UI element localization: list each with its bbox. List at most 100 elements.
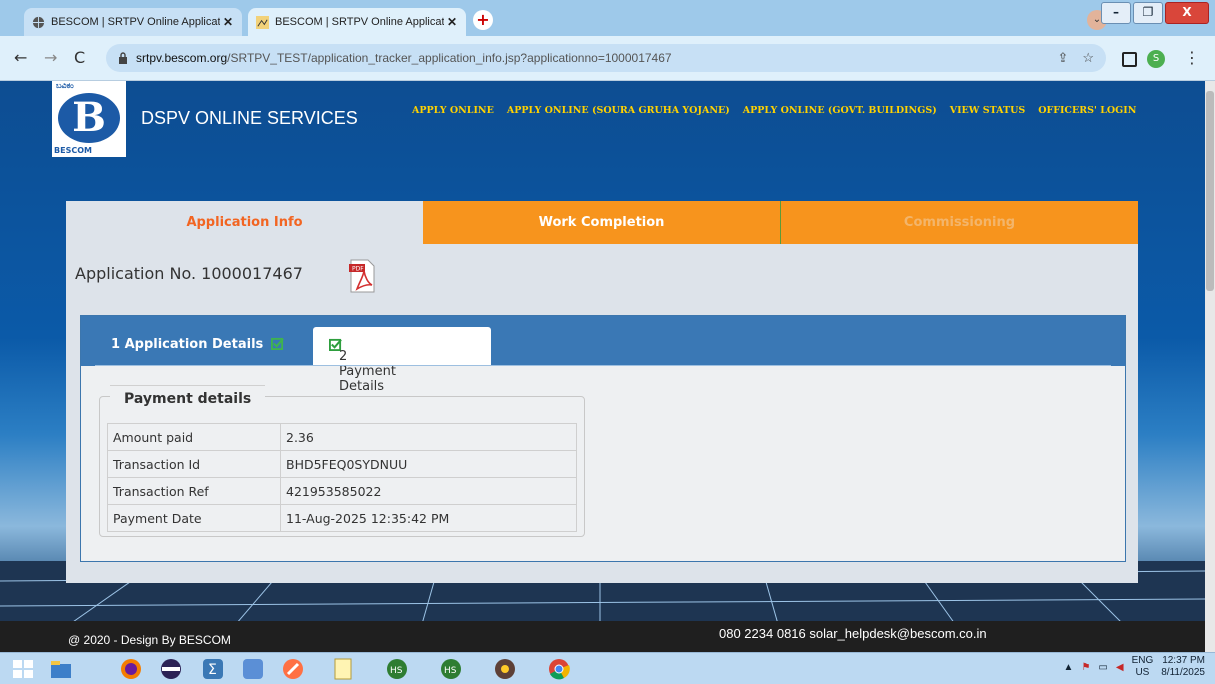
page-scrollbar[interactable] [1205,81,1215,652]
step-payment-details[interactable]: 2 Payment Details [313,327,491,394]
browser-toolbar: ← → C srtpv.bescom.org/SRTPV_TEST/applic… [0,36,1215,81]
logo-kannada-text: ಬವಿಕಂ [56,81,74,90]
nav-officers-login[interactable]: OFFICERS' LOGIN [1038,105,1136,116]
globe-icon [32,16,45,28]
nav-apply-online[interactable]: APPLY ONLINE [412,105,494,116]
table-row: Transaction Ref 421953585022 [107,477,577,505]
check-square-icon [270,337,284,350]
chrome-icon[interactable] [546,656,572,681]
tab-close-button[interactable]: ✕ [220,15,236,29]
row-value: 421953585022 [280,477,577,505]
address-bar[interactable]: srtpv.bescom.org/SRTPV_TEST/application_… [106,44,1106,72]
lang-code: ENG [1131,655,1154,666]
svg-text:Σ: Σ [208,662,217,678]
footer-contact: 080 2234 0816 solar_helpdesk@bescom.co.i… [719,626,987,641]
url-path: /SRTPV_TEST/application_tracker_applicat… [227,51,672,65]
row-value: BHD5FEQ0SYDNUU [280,450,577,478]
nav-apply-online-soura[interactable]: APPLY ONLINE (SOURA GRUHA YOJANE) [507,105,730,116]
editor-pen-icon[interactable] [280,656,306,681]
system-tray: ▲ ⚑ ▭ ◀ ENG US 12:37 PM 8/11/2025 [1064,655,1205,679]
payment-details-table: Amount paid 2.36 Transaction Id BHD5FEQ0… [107,423,577,532]
footer-copyright: @ 2020 - Design By BESCOM [68,633,231,647]
firefox-icon[interactable] [118,656,144,681]
eclipse-icon[interactable] [158,656,184,681]
brand-title[interactable]: DSPV ONLINE SERVICES [141,108,358,129]
row-value: 11-Aug-2025 12:35:42 PM [280,504,577,532]
close-window-button[interactable]: X [1165,2,1209,24]
row-key: Amount paid [107,423,281,451]
payment-details-fieldset: Payment details Amount paid 2.36 Transac… [99,385,585,537]
file-explorer-icon[interactable] [48,656,74,681]
bescom-logo[interactable]: ಬವಿಕಂ B BESCOM [52,81,126,157]
volume-icon[interactable]: ◀ [1116,662,1124,673]
bookmark-star-icon[interactable]: ☆ [1082,50,1094,66]
nav-apply-online-govt[interactable]: APPLY ONLINE (GOVT. BUILDINGS) [743,105,937,116]
tab-close-button[interactable]: ✕ [444,15,460,29]
svg-text:HS: HS [444,666,457,676]
url-domain: srtpv.bescom.org [136,51,228,65]
table-row: Transaction Id BHD5FEQ0SYDNUU [107,450,577,478]
hs-app-icon-2[interactable]: HS [438,656,464,681]
settings-gear-app-icon[interactable] [492,656,518,681]
svg-text:HS: HS [390,666,403,676]
pdf-download-icon[interactable]: PDF [348,259,376,293]
display-icon[interactable]: ▭ [1098,662,1107,673]
minimize-button[interactable]: – [1101,2,1131,24]
steps-header: 1 Application Details 2 Payment Details [81,316,1125,394]
maximize-button[interactable]: ❐ [1133,2,1163,24]
row-value: 2.36 [280,423,577,451]
header-divider [95,365,1111,366]
window-controls: – ❐ X [1101,2,1209,24]
application-panel: Application Info Work Completion Commiss… [66,201,1138,583]
nav-view-status[interactable]: VIEW STATUS [950,105,1026,116]
forward-arrow-icon[interactable]: → [44,48,57,67]
logo-bescom-text: BESCOM [54,146,92,155]
application-number: Application No. 1000017467 [75,264,303,283]
tray-up-arrow-icon[interactable]: ▲ [1064,662,1074,673]
row-key: Transaction Ref [107,477,281,505]
menu-kebab-icon[interactable]: ⋮ [1184,48,1200,67]
step-label: 1 Application Details [111,337,264,352]
hs-app-icon-1[interactable]: HS [384,656,410,681]
step-label: 2 Payment Details [339,349,396,394]
region-code: US [1135,667,1150,678]
profile-avatar[interactable]: S [1147,50,1165,68]
windows-start-icon[interactable] [10,656,36,681]
tab-commissioning[interactable]: Commissioning [781,201,1138,244]
scrollbar-thumb[interactable] [1206,91,1214,291]
step-application-details[interactable]: 1 Application Details [111,337,284,352]
visual-studio-icon[interactable] [240,656,266,681]
clock-time: 12:37 PM [1162,655,1205,666]
lock-icon [119,52,127,64]
site-favicon-icon [256,15,269,29]
browser-tab-1[interactable]: BESCOM | SRTPV Online Applicat ✕ [24,8,242,36]
tab-work-completion[interactable]: Work Completion [423,201,781,244]
details-container: 1 Application Details 2 Payment Details … [80,315,1126,562]
network-icon[interactable]: ⚑ [1081,662,1090,673]
clock-date: 8/11/2025 [1161,667,1205,678]
sigma-app-icon[interactable]: Σ [200,656,226,681]
tab-application-info[interactable]: Application Info [66,201,423,244]
row-key: Transaction Id [107,450,281,478]
pdf-label: PDF [352,266,364,273]
sidepanel-icon[interactable] [1122,52,1137,67]
windows-taskbar: Σ HS HS ▲ ⚑ ▭ ◀ ENG US 12:37 PM 8/11/202… [0,652,1215,684]
main-tabs: Application Info Work Completion Commiss… [66,201,1138,244]
page-footer: @ 2020 - Design By BESCOM 080 2234 0816 … [0,621,1205,652]
clock[interactable]: 12:37 PM 8/11/2025 [1161,655,1205,679]
language-indicator[interactable]: ENG US [1132,655,1154,679]
table-row: Amount paid 2.36 [107,423,577,451]
top-nav: APPLY ONLINE APPLY ONLINE (SOURA GRUHA Y… [412,105,1136,116]
payment-details-legend: Payment details [110,385,266,412]
browser-tabbar: BESCOM | SRTPV Online Applicat ✕ BESCOM … [0,0,1215,36]
tab-title: BESCOM | SRTPV Online Applicat [51,16,220,28]
reload-icon[interactable]: C [74,48,85,67]
share-icon[interactable]: ⇪ [1057,50,1068,66]
notepad-icon[interactable] [330,656,356,681]
browser-tab-2[interactable]: BESCOM | SRTPV Online Applicat ✕ [248,8,466,36]
new-tab-button[interactable]: + [473,10,493,30]
row-key: Payment Date [107,504,281,532]
back-arrow-icon[interactable]: ← [14,48,27,67]
table-row: Payment Date 11-Aug-2025 12:35:42 PM [107,504,577,532]
page-viewport: ಬವಿಕಂ B BESCOM DSPV ONLINE SERVICES APPL… [0,81,1205,652]
